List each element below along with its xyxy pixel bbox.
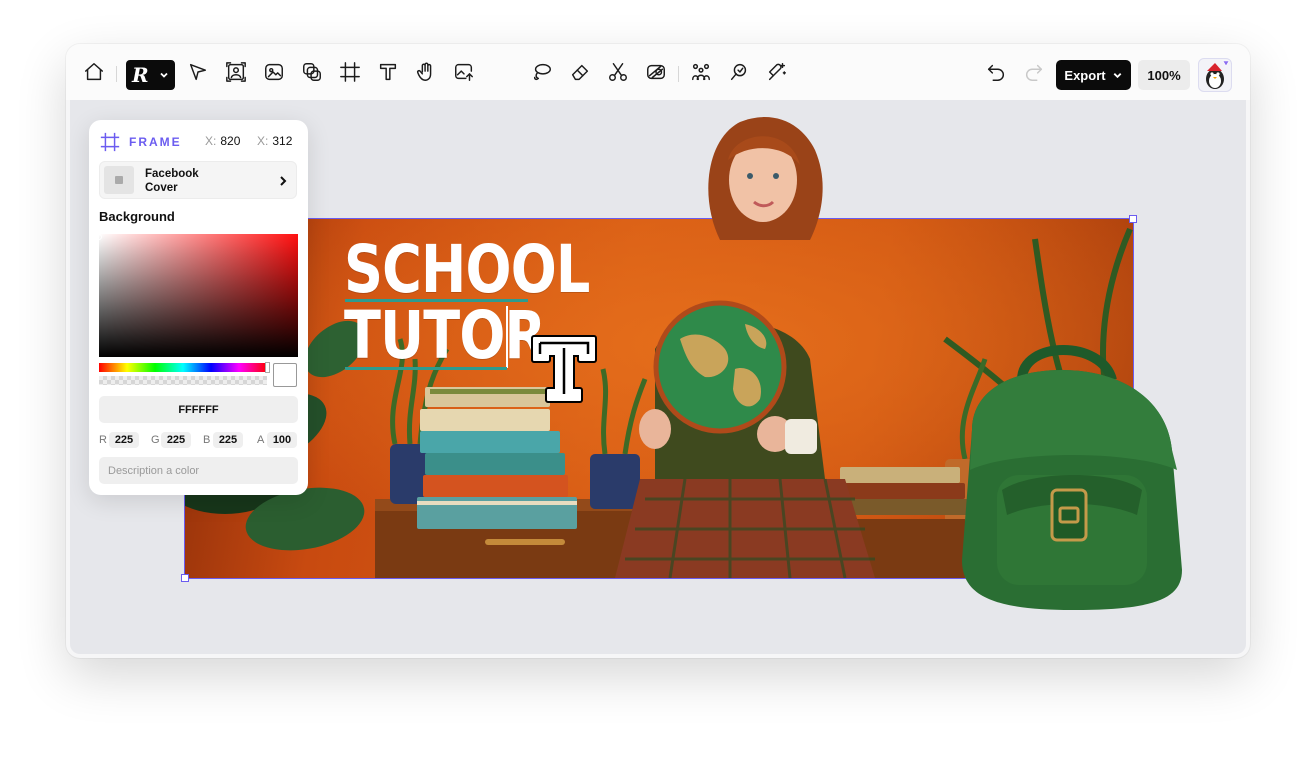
x-label: X: [205,134,217,148]
toolbar-divider [116,66,117,82]
saturation-value-picker[interactable] [96,234,298,357]
frame-section-title: FRAME [129,135,182,149]
brand-logo: R [132,63,149,87]
a-label: A [257,434,265,446]
remove-background-icon[interactable] [644,60,668,84]
x-coordinate[interactable]: X: 820 [205,134,240,148]
a-input[interactable]: 100 [267,432,297,448]
headline-line-1[interactable]: SCHOOL [344,237,590,303]
resize-handle-top-right[interactable] [1129,215,1137,223]
headline-line-2[interactable]: TUTOR [344,303,546,369]
magic-brush-icon[interactable] [727,60,751,84]
toolbar-divider [678,66,679,82]
brand-menu-button[interactable]: R [126,60,175,90]
g-input[interactable]: 225 [161,432,191,448]
text-cursor-icon [531,335,597,403]
girl-head-overflow [708,117,823,240]
layers-icon[interactable] [300,60,324,84]
y-label: X: [257,134,269,148]
text-tool-icon[interactable] [376,60,400,84]
image-frame-icon[interactable] [224,60,248,84]
hex-input[interactable]: FFFFFF [99,396,298,423]
background-section-title: Background [99,209,175,224]
r-input[interactable]: 225 [109,432,139,448]
magic-fill-icon[interactable] [765,60,789,84]
x-value: 820 [220,134,241,148]
chevron-down-icon [158,68,170,80]
y-value: 312 [272,134,293,148]
color-description-input[interactable]: Description a color [99,457,298,484]
avatar[interactable] [1198,58,1232,92]
chevron-right-icon [278,174,288,186]
b-input[interactable]: 225 [213,432,243,448]
preset-thumbnail [104,166,134,194]
redo-icon[interactable] [1022,60,1046,84]
g-label: G [151,434,160,446]
image-edit-icon[interactable] [262,60,286,84]
export-button[interactable]: Export [1056,60,1131,90]
resize-handle-bottom-left[interactable] [181,574,189,582]
backpack-illustration [962,345,1182,610]
frame-properties-panel: FRAME X: 820 X: 312 Facebook Cover Backgro… [89,120,308,495]
facebook-icon [115,176,123,184]
hue-slider[interactable] [99,362,270,373]
hue-slider-knob[interactable] [265,362,270,373]
alpha-slider[interactable] [99,376,267,385]
frame-preset-selector[interactable]: Facebook Cover [99,161,297,199]
zoom-level[interactable]: 100% [1138,60,1190,90]
preset-name: Facebook Cover [145,168,199,194]
headline-underline-2 [345,367,507,370]
lasso-icon[interactable] [530,60,554,84]
top-toolbar: R Export 100% [66,44,1250,100]
current-color-swatch[interactable] [273,363,297,387]
undo-icon[interactable] [984,60,1008,84]
text-caret [506,306,508,368]
select-arrow-icon[interactable] [186,60,210,84]
r-label: R [99,434,107,446]
hand-icon[interactable] [414,60,438,84]
scissors-icon[interactable] [606,60,630,84]
upload-image-icon[interactable] [452,60,476,84]
b-label: B [203,434,211,446]
crop-frame-icon[interactable] [338,60,362,84]
eraser-icon[interactable] [568,60,592,84]
group-icon[interactable] [689,60,713,84]
home-icon[interactable] [82,60,106,84]
y-coordinate[interactable]: X: 312 [257,134,292,148]
export-label: Export [1064,67,1106,83]
frame-icon [100,132,120,152]
chevron-down-icon [1113,72,1121,78]
color-picker-knob[interactable] [96,234,102,240]
